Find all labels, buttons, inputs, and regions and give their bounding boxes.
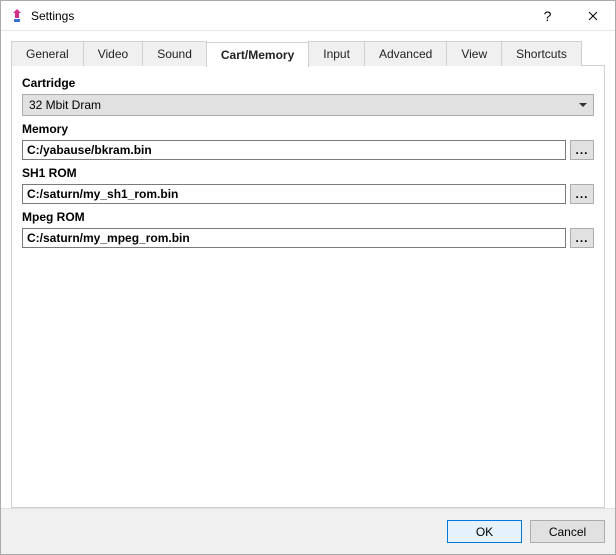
chevron-down-icon (579, 103, 587, 107)
titlebar: Settings ? (1, 1, 615, 31)
ok-button[interactable]: OK (447, 520, 522, 543)
tab-input[interactable]: Input (308, 41, 365, 66)
sh1-label: SH1 ROM (22, 166, 594, 180)
sh1-path-input[interactable] (22, 184, 566, 204)
cartridge-label: Cartridge (22, 76, 594, 90)
tab-general[interactable]: General (11, 41, 84, 66)
mpeg-path-input[interactable] (22, 228, 566, 248)
tab-view[interactable]: View (446, 41, 502, 66)
cancel-button[interactable]: Cancel (530, 520, 605, 543)
tab-video[interactable]: Video (83, 41, 143, 66)
close-icon (588, 11, 598, 21)
dialog-footer: OK Cancel (1, 508, 615, 554)
memory-browse-button[interactable]: ... (570, 140, 594, 160)
cartridge-select[interactable]: 32 Mbit Dram (22, 94, 594, 116)
mpeg-label: Mpeg ROM (22, 210, 594, 224)
tab-sound[interactable]: Sound (142, 41, 207, 66)
memory-path-input[interactable] (22, 140, 566, 160)
help-button[interactable]: ? (525, 1, 570, 31)
tab-shortcuts[interactable]: Shortcuts (501, 41, 582, 66)
content-area: General Video Sound Cart/Memory Input Ad… (1, 31, 615, 508)
mpeg-browse-button[interactable]: ... (570, 228, 594, 248)
tab-bar: General Video Sound Cart/Memory Input Ad… (11, 41, 605, 66)
tab-advanced[interactable]: Advanced (364, 41, 447, 66)
tab-panel-cart-memory: Cartridge 32 Mbit Dram Memory ... SH1 RO… (11, 65, 605, 508)
close-button[interactable] (570, 1, 615, 31)
window-title: Settings (31, 9, 74, 23)
tab-cart-memory[interactable]: Cart/Memory (206, 42, 309, 67)
app-icon (9, 8, 25, 24)
cartridge-value: 32 Mbit Dram (29, 98, 101, 112)
memory-label: Memory (22, 122, 594, 136)
sh1-browse-button[interactable]: ... (570, 184, 594, 204)
